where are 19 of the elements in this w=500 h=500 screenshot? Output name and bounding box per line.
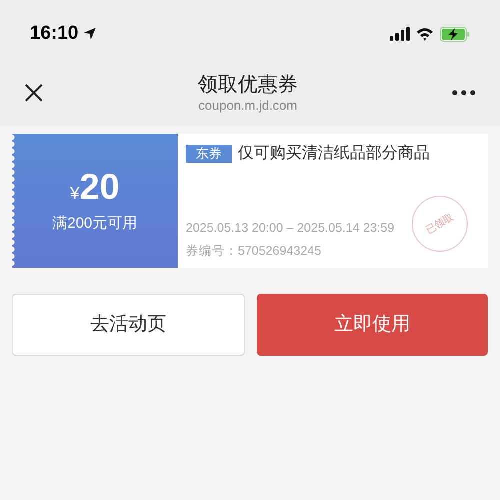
battery-charging-icon	[440, 26, 470, 42]
close-icon[interactable]	[24, 83, 44, 103]
currency-symbol: ¥	[70, 182, 80, 205]
status-time: 16:10	[30, 22, 79, 46]
signal-icon	[390, 27, 410, 41]
coupon-tag: 东券	[186, 145, 232, 163]
coupon-condition: 满200元可用	[52, 214, 138, 234]
wifi-icon	[416, 27, 434, 41]
coupon-description: 仅可购买清洁纸品部分商品	[238, 144, 430, 164]
page-title: 领取优惠券	[198, 73, 298, 98]
activity-page-button[interactable]: 去活动页	[12, 294, 245, 356]
location-arrow-icon	[82, 27, 97, 41]
page-url: coupon.m.jd.com	[198, 98, 298, 114]
use-now-button[interactable]: 立即使用	[257, 294, 488, 356]
coupon-validity: 2025.05.13 20:00 – 2025.05.14 23:59	[186, 220, 395, 237]
coupon-amount: 20	[80, 166, 120, 207]
claimed-stamp: 已领取	[412, 196, 468, 252]
more-icon[interactable]	[452, 90, 476, 96]
coupon-code: 券编号：570526943245	[186, 243, 322, 260]
